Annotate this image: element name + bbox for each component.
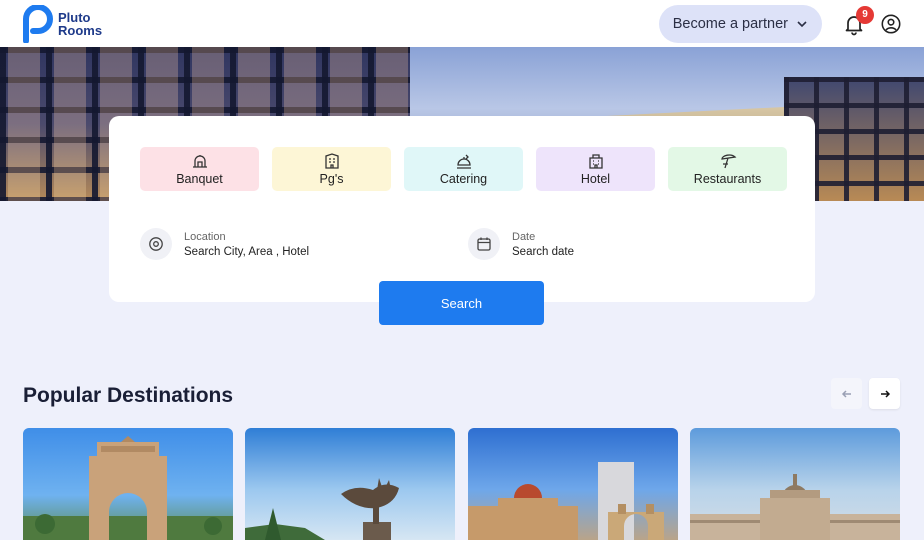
gateway-of-india-image xyxy=(468,462,664,540)
brand-line-2: Rooms xyxy=(58,22,103,38)
brand-line-1: Pluto xyxy=(58,9,91,25)
location-label: Location xyxy=(184,230,226,243)
location-input[interactable]: Search City, Area , Hotel xyxy=(184,246,309,258)
notification-badge: 9 xyxy=(856,5,874,24)
category-list: Banquet Pg's Catering Hotel Restaurants xyxy=(140,147,787,191)
hotel-icon xyxy=(588,154,603,169)
carousel-next-button[interactable] xyxy=(869,378,900,409)
vidhana-soudha-image xyxy=(690,474,900,540)
arrow-left-icon xyxy=(841,389,851,398)
category-label: Catering xyxy=(439,172,488,186)
category-banquet[interactable]: Banquet xyxy=(140,147,259,191)
brand-logo[interactable]: Pluto Rooms xyxy=(22,4,102,43)
category-label: Hotel xyxy=(580,172,611,186)
category-label: Restaurants xyxy=(693,172,762,186)
top-navbar: Pluto Rooms Become a partner 9 xyxy=(0,0,924,47)
open-hand-monument-image xyxy=(245,478,399,540)
arrow-right-icon xyxy=(880,389,890,398)
location-pin-icon xyxy=(149,237,163,251)
date-field[interactable]: Date Search date xyxy=(468,228,574,260)
become-partner-button[interactable]: Become a partner xyxy=(658,4,822,43)
logo-icon xyxy=(23,4,53,43)
calendar-icon xyxy=(477,237,491,251)
india-gate-image xyxy=(23,436,233,540)
popular-destinations-heading: Popular Destinations xyxy=(23,384,234,407)
category-label: Banquet xyxy=(176,172,223,186)
date-label: Date xyxy=(512,230,536,243)
destination-card[interactable] xyxy=(245,428,455,540)
category-label: Pg's xyxy=(319,172,344,186)
category-catering[interactable]: Catering xyxy=(404,147,523,191)
destination-card[interactable] xyxy=(690,428,900,540)
chevron-down-icon xyxy=(797,20,807,27)
search-button[interactable]: Search xyxy=(379,281,544,325)
category-pgs[interactable]: Pg's xyxy=(272,147,391,191)
carousel-prev-button[interactable] xyxy=(831,378,862,409)
destination-card[interactable] xyxy=(468,428,678,540)
destination-card[interactable] xyxy=(23,428,233,540)
user-account-icon[interactable] xyxy=(880,13,902,35)
location-field[interactable]: Location Search City, Area , Hotel xyxy=(140,228,309,260)
partner-label: Become a partner xyxy=(672,15,788,32)
date-input[interactable]: Search date xyxy=(512,246,574,258)
brand-name: Pluto Rooms xyxy=(58,11,102,37)
notifications-button[interactable]: 9 xyxy=(842,5,874,36)
category-hotel[interactable]: Hotel xyxy=(536,147,655,191)
search-card: Banquet Pg's Catering Hotel Restaurants xyxy=(109,116,815,302)
restaurant-icon xyxy=(720,154,736,169)
banquet-icon xyxy=(192,155,207,168)
building-icon xyxy=(324,153,339,169)
category-restaurants[interactable]: Restaurants xyxy=(668,147,787,191)
catering-icon xyxy=(456,154,471,169)
